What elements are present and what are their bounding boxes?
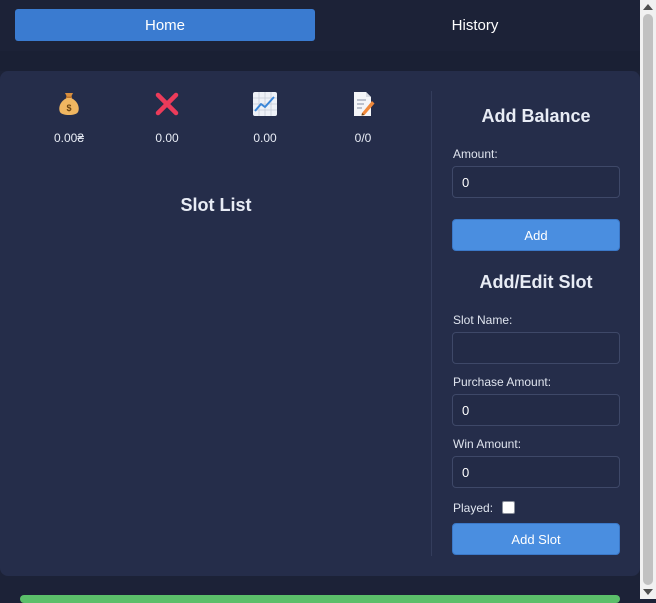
amount-label: Amount: <box>453 147 498 161</box>
stat-played-value: 0/0 <box>354 131 372 145</box>
column-divider <box>431 91 432 556</box>
scroll-down-icon[interactable] <box>643 589 653 595</box>
svg-text:$: $ <box>66 103 71 113</box>
amount-input[interactable] <box>452 166 620 198</box>
slot-name-input[interactable] <box>452 332 620 364</box>
add-edit-slot-title: Add/Edit Slot <box>479 272 593 292</box>
win-amount-label: Win Amount: <box>453 437 522 451</box>
nav-divider-band <box>0 51 640 71</box>
stat-losses: 0.00 <box>118 91 216 145</box>
money-bag-icon: $ <box>59 93 79 115</box>
stat-balance-value: 0.00₴ <box>53 131 85 145</box>
purchase-amount-input[interactable] <box>452 394 620 426</box>
stat-profit-value: 0.00 <box>253 131 277 145</box>
slot-name-label: Slot Name: <box>453 313 513 327</box>
top-nav: Home History <box>0 0 640 51</box>
stat-played: 0/0 <box>314 91 412 145</box>
win-amount-input[interactable] <box>452 456 620 488</box>
purchase-amount-label: Purchase Amount: <box>453 375 552 389</box>
add-balance-button[interactable]: Add <box>452 219 620 251</box>
memo-icon <box>354 92 375 116</box>
tab-home[interactable]: Home <box>15 9 315 41</box>
scroll-up-icon[interactable] <box>643 4 653 10</box>
status-bar <box>20 595 620 603</box>
played-checkbox[interactable] <box>502 501 515 514</box>
main-card: $ 0.00₴ 0.00 0.00 0/0 Slot List <box>0 71 640 576</box>
stat-losses-value: 0.00 <box>155 131 179 145</box>
slot-list-title: Slot List <box>180 195 252 215</box>
red-x-icon <box>155 92 179 116</box>
tab-history[interactable]: History <box>325 9 625 41</box>
scrollbar-thumb[interactable] <box>643 14 653 585</box>
chart-up-icon <box>253 92 277 116</box>
played-label: Played: <box>453 501 494 515</box>
add-balance-title: Add Balance <box>481 106 591 126</box>
stat-profit: 0.00 <box>216 91 314 145</box>
stat-balance: $ 0.00₴ <box>20 91 118 145</box>
add-slot-button[interactable]: Add Slot <box>452 523 620 555</box>
